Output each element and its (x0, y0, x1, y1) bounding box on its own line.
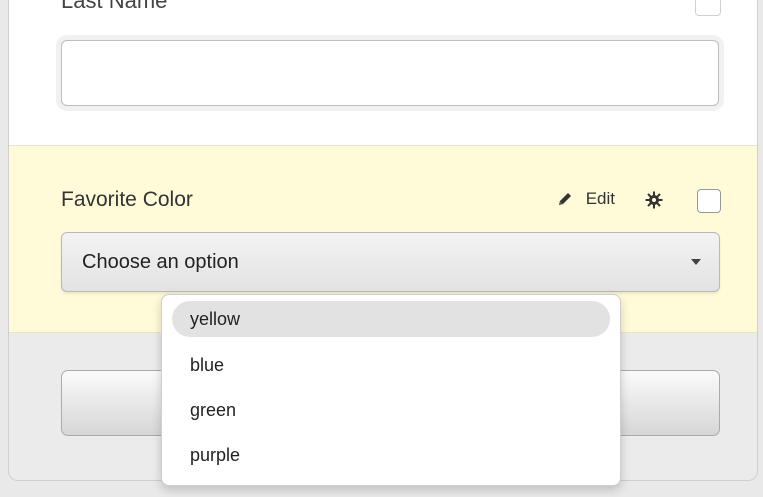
caret-down-icon (691, 259, 701, 265)
pencil-icon (556, 190, 574, 208)
select-value: Choose an option (82, 251, 239, 273)
option-purple[interactable]: purple (172, 435, 610, 475)
gear-icon[interactable] (645, 191, 663, 209)
option-yellow[interactable]: yellow (172, 301, 610, 337)
option-green[interactable]: green (172, 390, 610, 430)
edit-button[interactable]: Edit (556, 186, 615, 212)
last-name-input[interactable] (61, 40, 719, 106)
favorite-color-checkbox[interactable] (697, 189, 721, 213)
last-name-label: Last Name (61, 0, 168, 13)
option-blue[interactable]: blue (172, 345, 610, 385)
color-dropdown-menu: yellow blue green purple (161, 294, 621, 486)
edit-label: Edit (585, 189, 615, 208)
last-name-checkbox[interactable] (695, 0, 721, 16)
last-name-section: Last Name (9, 0, 757, 146)
favorite-color-select[interactable]: Choose an option (61, 232, 720, 292)
favorite-color-label: Favorite Color (61, 188, 193, 211)
